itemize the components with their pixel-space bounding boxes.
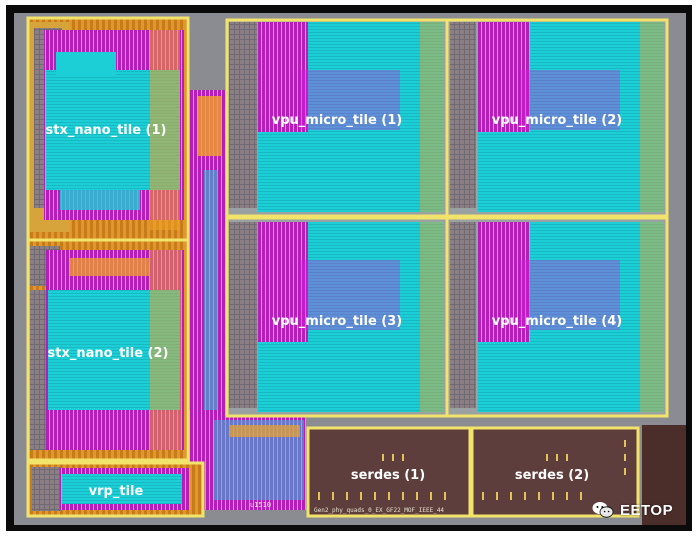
- wechat-icon: [592, 502, 614, 518]
- block-label: vpu_micro_tile (1): [272, 113, 402, 128]
- cell-label: u1510: [250, 501, 271, 509]
- block-label: vpu_micro_tile (3): [272, 314, 402, 329]
- stx-nano-tile-2: stx_nano_tile (2): [26, 238, 190, 462]
- block-label: vrp_tile: [89, 484, 144, 499]
- macro-label: Gen2_phy_quads_0_EX_GF22_MOF_IEEE_44: [314, 507, 444, 514]
- vpu-micro-tile-2: vpu_micro_tile (2): [445, 18, 669, 218]
- block-label: serdes (2): [515, 468, 589, 483]
- vpu-micro-tile-1: vpu_micro_tile (1): [225, 18, 449, 218]
- block-label: stx_nano_tile (1): [46, 123, 167, 138]
- block-label: vpu_micro_tile (2): [492, 113, 622, 128]
- block-label: serdes (1): [351, 468, 425, 483]
- block-label: stx_nano_tile (2): [48, 346, 169, 361]
- watermark: EETOP: [592, 499, 673, 521]
- stx-nano-tile-1: stx_nano_tile (1): [26, 16, 190, 242]
- vpu-micro-tile-4: vpu_micro_tile (4): [445, 216, 669, 418]
- vpu-micro-tile-3: vpu_micro_tile (3): [225, 216, 449, 418]
- vrp-tile: vrp_tile: [26, 461, 205, 518]
- watermark-text: EETOP: [620, 501, 674, 519]
- block-label: vpu_micro_tile (4): [492, 314, 622, 329]
- chip-floorplan: stx_nano_tile (1) stx_nano_tile (2) vrp_…: [6, 5, 692, 531]
- serdes-1: serdes (1): [306, 426, 472, 518]
